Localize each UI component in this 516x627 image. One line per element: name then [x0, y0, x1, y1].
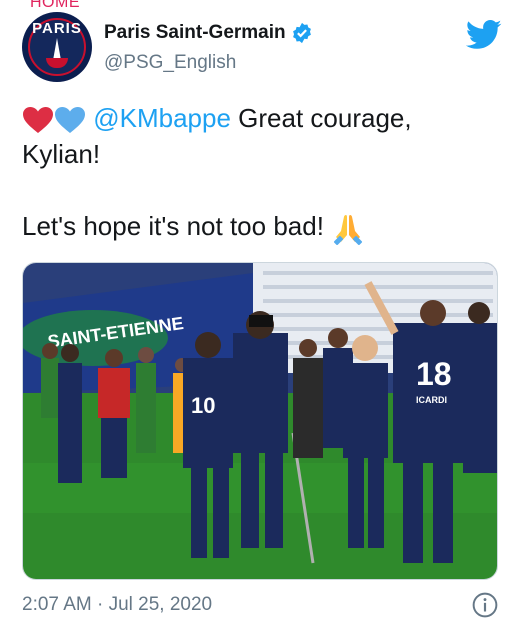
photo-scene: SAINT-ETIENNE 10 18 ICARDI [23, 263, 497, 579]
red-heart-icon [23, 107, 53, 134]
svg-text:ICARDI: ICARDI [416, 395, 447, 405]
twitter-bird-icon[interactable] [466, 20, 502, 50]
verified-badge-icon [292, 22, 311, 44]
tweet-line-3: Let's hope it's not too bad! [22, 208, 492, 246]
name-row: Paris Saint-Germain [104, 22, 313, 44]
info-icon[interactable] [472, 592, 498, 618]
user-handle[interactable]: @PSG_English [104, 52, 236, 74]
blue-heart-icon [55, 107, 85, 134]
cropped-home-label: HOME [30, 0, 80, 11]
tweet-header: PARIS Paris Saint-Germain @PSG_English [22, 12, 502, 82]
folded-hands-icon [334, 215, 363, 246]
tweet-photo[interactable]: SAINT-ETIENNE 10 18 ICARDI [22, 262, 498, 580]
tweet-text-line2: Kylian! [22, 139, 101, 169]
tweet-text-line3: Let's hope it's not too bad! [22, 211, 324, 241]
avatar-text: PARIS [32, 20, 82, 37]
svg-text:18: 18 [416, 356, 452, 392]
tweet-line-1: @KMbappe Great courage, [22, 100, 492, 136]
mention-link[interactable]: @KMbappe [93, 103, 231, 133]
avatar[interactable]: PARIS [22, 12, 92, 82]
tweet-text-line1: Great courage, [230, 103, 412, 133]
display-name[interactable]: Paris Saint-Germain [104, 22, 286, 44]
svg-text:10: 10 [191, 393, 215, 418]
tweet-text: @KMbappe Great courage, Kylian! Let's ho… [22, 100, 492, 246]
tweet-timestamp[interactable]: 2:07 AM · Jul 25, 2020 [22, 594, 212, 616]
